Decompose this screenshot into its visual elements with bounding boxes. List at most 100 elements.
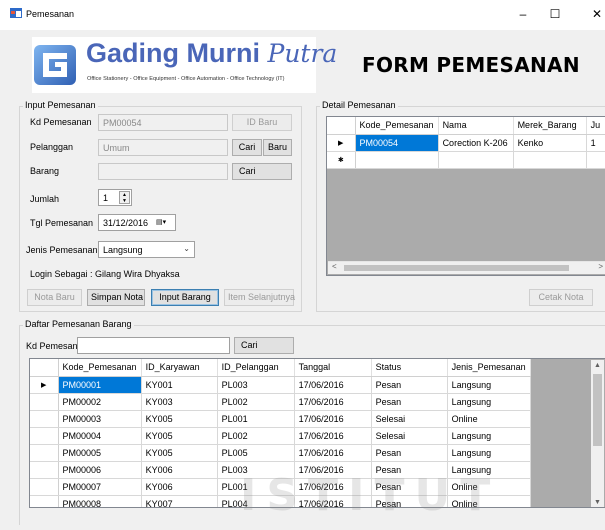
table-cell[interactable] xyxy=(586,151,605,169)
cetak-nota-button[interactable]: Cetak Nota xyxy=(529,289,593,306)
table-row[interactable]: ▶ PM00001 KY001 PL003 17/06/2016 Pesan Langsun… xyxy=(30,376,531,394)
table-cell[interactable]: 17/06/2016 xyxy=(294,444,372,462)
table-cell[interactable]: KY007 xyxy=(141,495,218,507)
table-cell[interactable]: Pesan xyxy=(371,376,448,394)
table-cell[interactable]: Corection K-206 xyxy=(438,134,514,152)
item-selanjutnya-button[interactable]: Item Selanjutnya xyxy=(224,289,295,306)
form-title: FORM PEMESANAN xyxy=(362,53,580,77)
pelanggan-field[interactable]: Umum xyxy=(98,139,228,156)
maximize-button[interactable]: ☐ xyxy=(540,3,570,25)
barang-field[interactable] xyxy=(98,163,228,180)
table-cell[interactable]: PL001 xyxy=(217,410,295,428)
scrollbar-thumb[interactable] xyxy=(593,374,602,446)
column-header-id-pelanggan[interactable]: ID_Pelanggan xyxy=(217,359,295,377)
table-row[interactable]: PM00003 KY005 PL001 17/06/2016 Selesai Online xyxy=(30,410,531,428)
table-cell[interactable]: Langsung xyxy=(447,444,531,462)
table-cell[interactable]: Selesai xyxy=(371,410,448,428)
column-header-tanggal[interactable]: Tanggal xyxy=(294,359,372,377)
detail-horizontal-scrollbar[interactable]: < > xyxy=(328,261,605,274)
scroll-left-icon[interactable]: < xyxy=(332,262,337,271)
jumlah-stepper[interactable]: 1 ▲ ▼ xyxy=(98,189,132,206)
column-header-kode-pemesanan[interactable]: Kode_Pemesanan xyxy=(355,117,439,135)
table-cell[interactable]: PM00007 xyxy=(58,478,142,496)
pelanggan-label: Pelanggan xyxy=(30,142,74,152)
column-header-merek-barang[interactable]: Merek_Barang xyxy=(513,117,587,135)
table-cell[interactable]: Langsung xyxy=(447,427,531,445)
table-cell[interactable]: PM00005 xyxy=(58,444,142,462)
input-barang-button[interactable]: Input Barang xyxy=(151,289,219,306)
table-cell[interactable]: 17/06/2016 xyxy=(294,410,372,428)
table-cell[interactable] xyxy=(513,151,587,169)
table-cell[interactable]: PL002 xyxy=(217,427,295,445)
table-cell[interactable]: PL002 xyxy=(217,393,295,411)
scroll-right-icon[interactable]: > xyxy=(598,262,603,271)
company-logo: Gading Murni Putra Office Stationery - O… xyxy=(32,37,337,93)
table-cell[interactable]: KY005 xyxy=(141,444,218,462)
daftar-cari-button[interactable]: Cari xyxy=(234,337,294,354)
detail-pemesanan-grid[interactable]: Kode_Pemesanan Nama Merek_Barang Ju ▶ PM… xyxy=(326,116,605,276)
table-cell[interactable]: PM00004 xyxy=(58,427,142,445)
table-row[interactable]: PM00005 KY005 PL005 17/06/2016 Pesan Langsung xyxy=(30,444,531,462)
table-cell[interactable]: Selesai xyxy=(371,427,448,445)
table-cell[interactable]: KY005 xyxy=(141,410,218,428)
tgl-pemesanan-datepicker[interactable]: 31/12/2016 ▤▾ xyxy=(98,214,176,231)
table-cell[interactable]: PM00006 xyxy=(58,461,142,479)
column-header-id-karyawan[interactable]: ID_Karyawan xyxy=(141,359,218,377)
table-cell[interactable]: PM00002 xyxy=(58,393,142,411)
table-cell[interactable]: KY006 xyxy=(141,461,218,479)
table-cell[interactable]: Pesan xyxy=(371,393,448,411)
table-cell[interactable]: PM00054 xyxy=(355,134,439,152)
detail-table: Kode_Pemesanan Nama Merek_Barang Ju ▶ PM… xyxy=(327,117,605,169)
table-cell[interactable] xyxy=(355,151,439,169)
scroll-up-icon[interactable]: ▲ xyxy=(594,362,601,369)
table-cell[interactable]: Langsung xyxy=(447,393,531,411)
table-cell[interactable]: KY003 xyxy=(141,393,218,411)
table-cell[interactable]: PL005 xyxy=(217,444,295,462)
table-cell[interactable]: 17/06/2016 xyxy=(294,393,372,411)
scrollbar-thumb[interactable] xyxy=(344,265,569,271)
stepper-arrows-icon[interactable]: ▲ ▼ xyxy=(119,191,130,204)
login-info-text: Login Sebagai : Gilang Wira Dhyaksa xyxy=(30,269,180,279)
table-cell[interactable]: Kenko xyxy=(513,134,587,152)
table-cell[interactable]: PM00008 xyxy=(58,495,142,507)
table-cell[interactable]: PM00001 xyxy=(58,376,142,394)
scroll-down-icon[interactable]: ▼ xyxy=(594,499,601,506)
table-cell[interactable]: Pesan xyxy=(371,444,448,462)
table-cell[interactable]: 17/06/2016 xyxy=(294,376,372,394)
table-cell[interactable]: PM00003 xyxy=(58,410,142,428)
table-row[interactable]: PM00004 KY005 PL002 17/06/2016 Selesai Langsu… xyxy=(30,427,531,445)
minimize-button[interactable]: – xyxy=(508,3,538,25)
table-cell[interactable]: Online xyxy=(447,410,531,428)
table-row-new[interactable]: ✱ xyxy=(327,151,605,169)
table-cell[interactable] xyxy=(438,151,514,169)
table-cell[interactable]: KY006 xyxy=(141,478,218,496)
column-header-kode-pemesanan[interactable]: Kode_Pemesanan xyxy=(58,359,142,377)
calendar-dropdown-icon[interactable]: ▤▾ xyxy=(156,218,172,228)
row-header-corner xyxy=(30,359,59,377)
table-cell[interactable]: 17/06/2016 xyxy=(294,427,372,445)
table-row[interactable]: PM00002 KY003 PL002 17/06/2016 Pesan Langsung xyxy=(30,393,531,411)
cari-barang-button[interactable]: Cari xyxy=(232,163,292,180)
kd-pemesanan-field[interactable]: PM00054 xyxy=(98,114,228,131)
nota-baru-button[interactable]: Nota Baru xyxy=(27,289,82,306)
table-cell[interactable]: PL003 xyxy=(217,376,295,394)
daftar-vertical-scrollbar[interactable]: ▲ ▼ xyxy=(591,360,604,507)
daftar-search-input[interactable] xyxy=(77,337,230,354)
jenis-pemesanan-select[interactable]: Langsung ⌄ xyxy=(98,241,195,258)
table-row[interactable]: ▶ PM00054 Corection K-206 Kenko 1 xyxy=(327,134,605,152)
column-header-nama[interactable]: Nama xyxy=(438,117,514,135)
table-cell[interactable]: Langsung xyxy=(447,376,531,394)
simpan-nota-button[interactable]: Simpan Nota xyxy=(87,289,145,306)
cari-pelanggan-button[interactable]: Cari xyxy=(232,139,262,156)
close-button[interactable]: ✕ xyxy=(582,3,605,25)
id-baru-button[interactable]: ID Baru xyxy=(232,114,292,131)
table-cell[interactable]: 1 xyxy=(586,134,605,152)
table-cell[interactable]: KY001 xyxy=(141,376,218,394)
table-cell[interactable]: KY005 xyxy=(141,427,218,445)
column-header-jenis-pemesanan[interactable]: Jenis_Pemesanan xyxy=(447,359,531,377)
jenis-pemesanan-label: Jenis Pemesanan xyxy=(26,245,98,255)
daftar-header-row: Kode_Pemesanan ID_Karyawan ID_Pelanggan … xyxy=(30,359,531,377)
baru-pelanggan-button[interactable]: Baru xyxy=(263,139,292,156)
column-header-status[interactable]: Status xyxy=(371,359,448,377)
column-header-jumlah[interactable]: Ju xyxy=(586,117,605,135)
